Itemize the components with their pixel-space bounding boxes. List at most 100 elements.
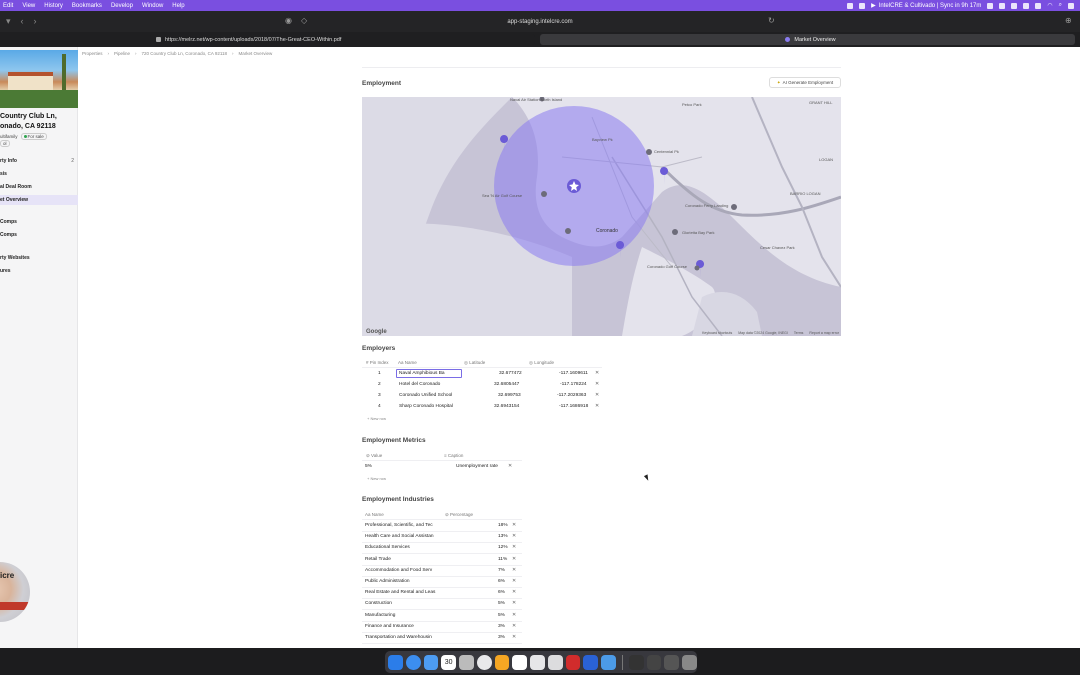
delete-row-icon[interactable]: ✕ bbox=[512, 522, 516, 528]
col-percentage[interactable]: ⊘ Percentage bbox=[445, 512, 473, 518]
settings-gear-icon[interactable] bbox=[530, 654, 545, 670]
downloads-icon[interactable]: ⊕ bbox=[1065, 16, 1072, 25]
delete-row-icon[interactable]: ✕ bbox=[512, 634, 516, 640]
cloud-icon[interactable] bbox=[1011, 2, 1018, 9]
focus-status[interactable]: ▶ IntelCRE & Cultivado | Sync in 9h 17m bbox=[871, 2, 981, 10]
breadcrumb-property[interactable]: 720 Country Club Ln, Coronado, CA 92118 bbox=[142, 51, 227, 56]
calendar-icon[interactable]: 30 bbox=[441, 654, 457, 670]
delete-row-icon[interactable]: ✕ bbox=[512, 544, 516, 550]
delete-row-icon[interactable]: ✕ bbox=[512, 600, 516, 606]
sidebar-item-property-websites[interactable]: rty Websites bbox=[0, 253, 78, 263]
window-thumbnail-icon[interactable] bbox=[646, 654, 662, 670]
delete-row-icon[interactable]: ✕ bbox=[595, 370, 599, 376]
map-label-centennial: Centennial Pk bbox=[654, 149, 679, 154]
reload-icon[interactable]: ↻ bbox=[768, 16, 775, 25]
extension-puzzle-icon[interactable]: ◉ bbox=[285, 16, 292, 25]
sidebar-item-analysis[interactable]: sis bbox=[0, 169, 78, 179]
employers-new-row-button[interactable]: + New row bbox=[367, 416, 386, 421]
extension-icon[interactable] bbox=[1023, 2, 1030, 9]
cell-latitude: 32.699753 bbox=[498, 393, 521, 398]
employment-map[interactable]: Naval Air Station North Island Bayview P… bbox=[362, 97, 841, 336]
battery-icon[interactable] bbox=[1035, 2, 1042, 9]
sidebar-item-deal-room[interactable]: al Deal Room bbox=[0, 182, 78, 192]
metrics-new-row-button[interactable]: + New row bbox=[367, 476, 386, 481]
slack-icon[interactable] bbox=[494, 654, 510, 670]
menu-bookmarks[interactable]: Bookmarks bbox=[72, 3, 102, 9]
col-name[interactable]: Aa Name bbox=[398, 360, 417, 365]
col-longitude[interactable]: ◎ Longitude bbox=[529, 360, 554, 366]
col-name[interactable]: Aa Name bbox=[365, 512, 384, 517]
preview-icon[interactable] bbox=[601, 654, 616, 670]
screen-record-icon[interactable] bbox=[847, 2, 854, 9]
breadcrumb-properties[interactable]: Properties bbox=[82, 51, 103, 56]
control-center-icon[interactable] bbox=[1068, 2, 1074, 9]
delete-row-icon[interactable]: ✕ bbox=[508, 463, 512, 469]
ai-generate-employment-button[interactable]: ✦ AI Generate Employment bbox=[769, 77, 841, 88]
menu-develop[interactable]: Develop bbox=[111, 3, 133, 9]
menu-help[interactable]: Help bbox=[172, 3, 184, 9]
window-thumbnail-icon[interactable] bbox=[628, 654, 644, 670]
cell-industry-name: Accommodation and Food Serv bbox=[365, 567, 433, 573]
acrobat-icon[interactable] bbox=[565, 654, 581, 670]
delete-row-icon[interactable]: ✕ bbox=[595, 403, 599, 409]
dropbox-icon[interactable] bbox=[987, 2, 994, 9]
sidebar-item-market-overview[interactable]: et Overview bbox=[0, 195, 78, 205]
downloads-stack-icon[interactable] bbox=[664, 654, 680, 670]
cell-value: 5% bbox=[365, 464, 372, 469]
breadcrumb-pipeline[interactable]: Pipeline bbox=[114, 51, 130, 56]
map-terms[interactable]: Terms bbox=[794, 331, 804, 335]
delete-row-icon[interactable]: ✕ bbox=[512, 589, 516, 595]
map-report-error[interactable]: Report a map error bbox=[809, 331, 839, 335]
teams-icon[interactable] bbox=[999, 2, 1006, 9]
trash-icon[interactable] bbox=[682, 654, 697, 670]
employment-title: Employment bbox=[362, 80, 402, 87]
col-pin-index[interactable]: # Pin Index bbox=[366, 360, 389, 365]
sidebar-item-sale-comps[interactable]: Comps bbox=[0, 217, 78, 227]
menu-edit[interactable]: Edit bbox=[3, 3, 13, 9]
system-settings-icon[interactable] bbox=[459, 654, 474, 670]
delete-row-icon[interactable]: ✕ bbox=[512, 612, 516, 618]
map-keyboard-shortcuts[interactable]: Keyboard shortcuts bbox=[702, 331, 732, 335]
map-label-sea-n-air: Sea 'N Air Golf Course bbox=[482, 193, 523, 198]
shield-icon[interactable]: ◇ bbox=[301, 16, 307, 25]
forward-icon[interactable]: › bbox=[34, 16, 37, 27]
map-label-cesar: Cesar Chavez Park bbox=[760, 245, 795, 250]
row-divider bbox=[362, 367, 602, 368]
delete-row-icon[interactable]: ✕ bbox=[512, 533, 516, 539]
word-icon[interactable] bbox=[583, 654, 599, 670]
cell-industry-percentage: 5% bbox=[498, 601, 505, 607]
delete-row-icon[interactable]: ✕ bbox=[512, 567, 516, 573]
sidebar-item-rent-comps[interactable]: Comps bbox=[0, 230, 78, 240]
cell-name-editing[interactable]: Naval Amphibious Ba bbox=[396, 369, 462, 378]
sidebar-item-property-info[interactable]: rty Info 2 bbox=[0, 156, 78, 166]
mail-icon[interactable] bbox=[423, 654, 439, 670]
tab-pdf[interactable]: https://melrz.net/wp-content/uploads/201… bbox=[150, 34, 535, 45]
back-icon[interactable]: ‹ bbox=[21, 16, 24, 27]
col-latitude[interactable]: ◎ Latitude bbox=[464, 360, 485, 366]
terminal-icon[interactable] bbox=[547, 654, 563, 670]
address-bar[interactable]: app-staging.intelcre.com bbox=[470, 19, 610, 25]
finder-icon[interactable] bbox=[388, 654, 403, 670]
notion-icon[interactable] bbox=[512, 654, 528, 670]
sidebar-item-features[interactable]: ures bbox=[0, 266, 78, 276]
app-status-icon[interactable] bbox=[859, 2, 866, 9]
delete-row-icon[interactable]: ✕ bbox=[512, 623, 516, 629]
wifi-icon[interactable]: ◠ bbox=[1047, 2, 1052, 9]
col-caption[interactable]: ≡ Caption bbox=[444, 453, 463, 458]
delete-row-icon[interactable]: ✕ bbox=[512, 556, 516, 562]
delete-row-icon[interactable]: ✕ bbox=[595, 381, 599, 387]
employers-title: Employers bbox=[362, 345, 396, 352]
safari-icon[interactable] bbox=[405, 654, 421, 670]
property-photo[interactable] bbox=[0, 50, 78, 108]
menu-window[interactable]: Window bbox=[142, 3, 163, 9]
tab-market-overview[interactable]: Market Overview bbox=[540, 34, 1075, 45]
delete-row-icon[interactable]: ✕ bbox=[512, 578, 516, 584]
delete-row-icon[interactable]: ✕ bbox=[595, 392, 599, 398]
chatgpt-icon[interactable] bbox=[476, 654, 492, 670]
col-value[interactable]: ⊘ Value bbox=[366, 453, 382, 459]
menu-view[interactable]: View bbox=[22, 3, 35, 9]
status-badge: For sale bbox=[20, 133, 47, 140]
menu-history[interactable]: History bbox=[44, 3, 63, 9]
search-icon[interactable]: ⌕ bbox=[1059, 2, 1062, 9]
sidebar-toggle-icon[interactable]: ▾ bbox=[6, 16, 11, 27]
